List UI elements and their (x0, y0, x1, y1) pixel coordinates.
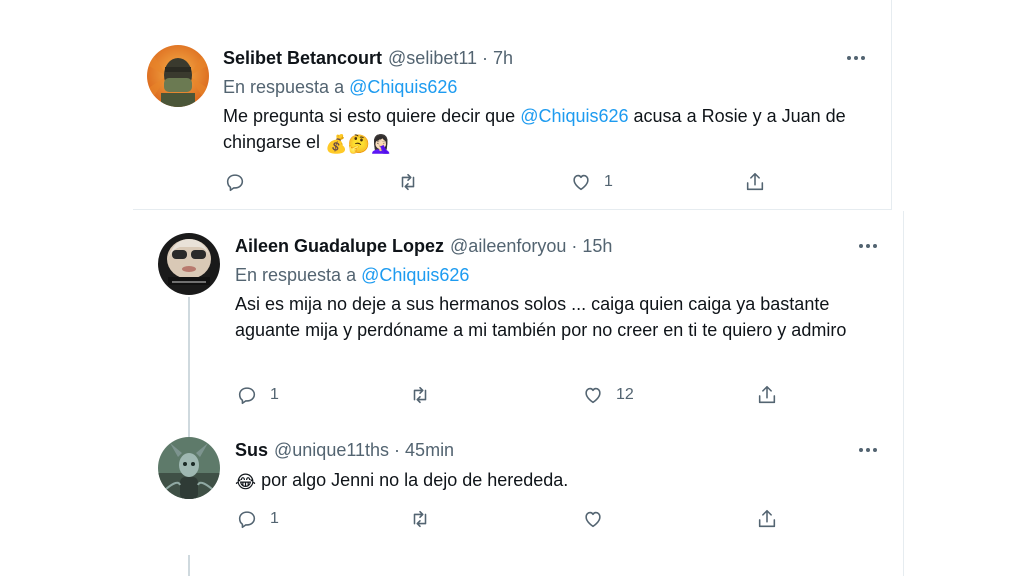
like-button[interactable] (582, 508, 616, 530)
reply-count: 1 (270, 386, 279, 403)
tweet-text: 😂 por algo Jenni no la dejo de herededa. (235, 467, 883, 493)
share-button[interactable] (756, 384, 778, 406)
like-count: 1 (604, 173, 613, 190)
money-bag-emoji: 💰 (325, 134, 348, 154)
mention-link[interactable]: @Chiquis626 (520, 106, 628, 126)
replying-to-link[interactable]: @Chiquis626 (349, 77, 457, 97)
avatar-image (158, 437, 220, 499)
timestamp[interactable]: 45min (405, 439, 454, 461)
thinking-face-emoji: 🤔 (347, 134, 370, 154)
reply-count: 1 (270, 510, 279, 527)
tweet-panel-2: Aileen Guadalupe Lopez @aileenforyou · 1… (133, 211, 904, 576)
tweet-aileen[interactable]: Aileen Guadalupe Lopez @aileenforyou · 1… (133, 211, 903, 431)
retweet-button[interactable] (397, 171, 419, 193)
like-count: 12 (616, 386, 634, 403)
replying-to-label: En respuesta a (235, 265, 357, 285)
share-button[interactable] (744, 171, 766, 193)
tweet-panel-1: Selibet Betancourt @selibet11 · 7h En re… (133, 0, 892, 210)
retweet-icon (401, 173, 415, 191)
author-handle[interactable]: @unique11ths (274, 439, 389, 461)
avatar[interactable] (158, 437, 220, 499)
heart-icon (585, 511, 601, 528)
author-handle[interactable]: @aileenforyou (450, 235, 566, 257)
timestamp[interactable]: 15h (582, 235, 612, 257)
facepalm-emoji: 🤦🏻‍♀️ (369, 134, 393, 154)
retweet-icon (413, 386, 427, 404)
avatar-image (158, 233, 220, 295)
retweet-button[interactable] (409, 384, 431, 406)
avatar-image (147, 45, 209, 107)
reply-icon (238, 387, 256, 405)
author-handle[interactable]: @selibet11 (388, 47, 477, 69)
share-button[interactable] (756, 508, 778, 530)
replying-to: En respuesta a @Chiquis626 (223, 75, 871, 99)
reply-icon (238, 511, 256, 529)
more-options-icon[interactable] (857, 439, 879, 461)
like-button[interactable]: 12 (582, 384, 634, 406)
replying-to: En respuesta a @Chiquis626 (235, 263, 883, 287)
separator-dot: · (571, 236, 578, 256)
thread-line (188, 555, 190, 576)
heart-icon (573, 174, 589, 191)
author-name[interactable]: Selibet Betancourt (223, 47, 382, 69)
more-options-icon[interactable] (857, 235, 879, 257)
author-name[interactable]: Sus (235, 439, 268, 461)
tweet-text: Me pregunta si esto quiere decir que @Ch… (223, 103, 883, 155)
reply-icon (226, 174, 244, 192)
reply-button[interactable] (224, 171, 258, 193)
avatar[interactable] (158, 233, 220, 295)
separator-dot: · (482, 48, 489, 68)
like-button[interactable]: 1 (570, 171, 613, 193)
heart-icon (585, 387, 601, 404)
reply-button[interactable]: 1 (236, 508, 279, 530)
retweet-button[interactable] (409, 508, 431, 530)
author-name[interactable]: Aileen Guadalupe Lopez (235, 235, 444, 257)
share-icon (758, 509, 776, 528)
tweet-selibet[interactable]: Selibet Betancourt @selibet11 · 7h En re… (133, 0, 891, 210)
reply-button[interactable]: 1 (236, 384, 279, 406)
tweet-sus[interactable]: Sus @unique11ths · 45min 😂 por algo Jenn… (133, 433, 903, 553)
more-options-icon[interactable] (845, 47, 867, 69)
tweet-text-part: por algo Jenni no la dejo de herededa. (261, 470, 569, 490)
replying-to-link[interactable]: @Chiquis626 (361, 265, 469, 285)
avatar[interactable] (147, 45, 209, 107)
share-icon (746, 172, 764, 191)
tweet-text: Asi es mija no deje a sus hermanos solos… (235, 294, 847, 340)
tweet-text-part: Me pregunta si esto quiere decir que (223, 106, 521, 126)
timestamp[interactable]: 7h (493, 47, 513, 69)
separator-dot: · (394, 440, 401, 460)
replying-to-label: En respuesta a (223, 77, 345, 97)
share-icon (758, 385, 776, 404)
tears-of-joy-emoji: 😂 (235, 472, 257, 492)
retweet-icon (413, 510, 427, 528)
